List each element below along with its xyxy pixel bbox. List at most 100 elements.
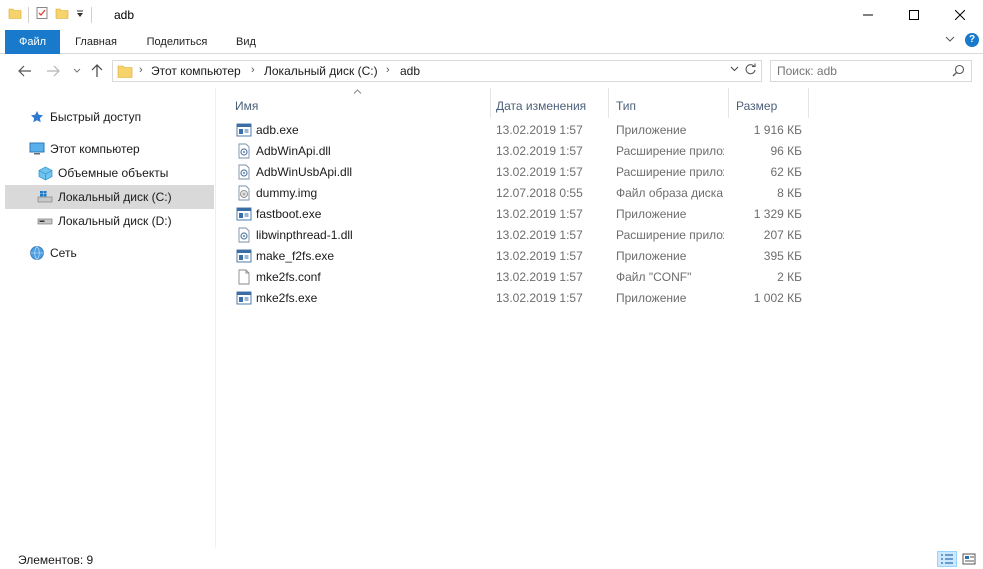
dll-icon <box>236 164 252 180</box>
tab-view[interactable]: Вид <box>226 30 266 54</box>
column-divider[interactable] <box>808 88 809 118</box>
windows-drive-icon <box>37 189 53 205</box>
refresh-button[interactable] <box>744 63 757 79</box>
details-view-icon <box>941 554 953 564</box>
chevron-right-icon[interactable]: › <box>139 64 143 76</box>
status-bar: Элементов: 9 <box>0 548 983 569</box>
sidebar-item-this-pc[interactable]: Этот компьютер <box>5 137 214 161</box>
back-button[interactable] <box>16 62 34 80</box>
sidebar-item-network[interactable]: Сеть <box>5 241 214 265</box>
file-name: mke2fs.conf <box>256 270 321 284</box>
forward-button[interactable] <box>44 62 62 80</box>
details-view-button[interactable] <box>937 551 957 567</box>
large-icons-view-icon <box>962 553 976 565</box>
navigation-bar: › Этот компьютер › Локальный диск (C:) ›… <box>0 55 983 87</box>
close-button[interactable] <box>937 0 983 30</box>
file-name: adb.exe <box>256 123 299 137</box>
properties-icon[interactable] <box>35 6 49 23</box>
minimize-icon <box>863 14 873 16</box>
column-header-date[interactable]: Дата изменения <box>488 94 608 118</box>
file-name: fastboot.exe <box>256 207 322 221</box>
recent-locations-button[interactable] <box>68 62 86 80</box>
new-folder-icon[interactable] <box>55 6 69 23</box>
table-row[interactable]: adb.exe 13.02.2019 1:57 Приложение 1 916 КБ <box>231 120 811 141</box>
file-date: 13.02.2019 1:57 <box>496 228 583 242</box>
table-row[interactable]: fastboot.exe 13.02.2019 1:57 Приложение 1 3… <box>231 204 811 225</box>
dll-icon <box>236 227 252 243</box>
file-size: 1 329 КБ <box>753 207 802 221</box>
file-date: 13.02.2019 1:57 <box>496 249 583 263</box>
table-row[interactable]: AdbWinUsbApi.dll 13.02.2019 1:57 Расширени… <box>231 162 811 183</box>
file-date: 13.02.2019 1:57 <box>496 123 583 137</box>
sidebar-item-local-disk-c[interactable]: Локальный диск (C:) <box>5 185 214 209</box>
file-type: Расширение приложения <box>616 228 724 242</box>
exe-icon <box>236 290 252 306</box>
folder-icon <box>117 64 133 81</box>
column-header-name[interactable]: Имя <box>227 94 491 118</box>
file-name: libwinpthread-1.dll <box>256 228 353 242</box>
sidebar-item-local-disk-d[interactable]: Локальный диск (D:) <box>5 209 214 233</box>
help-icon[interactable]: ? <box>965 33 979 47</box>
window-title: adb <box>114 8 135 22</box>
breadcrumb-adb[interactable]: adb <box>400 64 420 78</box>
file-size: 1 002 КБ <box>753 291 802 305</box>
exe-icon <box>236 122 252 138</box>
large-icons-view-button[interactable] <box>959 551 979 567</box>
file-type: Приложение <box>616 207 687 221</box>
computer-icon <box>29 141 45 157</box>
folder-icon <box>8 6 22 23</box>
star-icon <box>29 109 45 125</box>
file-type: Расширение приложения <box>616 165 724 179</box>
chevron-right-icon[interactable]: › <box>386 64 390 76</box>
table-row[interactable]: mke2fs.conf 13.02.2019 1:57 Файл "CONF" 2 К… <box>231 267 811 288</box>
sidebar-item-3d-objects[interactable]: Объемные объекты <box>5 161 214 185</box>
maximize-button[interactable] <box>891 0 937 30</box>
exe-icon <box>236 206 252 222</box>
sidebar-item-label: Объемные объекты <box>58 166 169 180</box>
tab-file[interactable]: Файл <box>5 30 60 54</box>
chevron-down-icon <box>730 66 739 72</box>
address-bar[interactable]: › Этот компьютер › Локальный диск (C:) ›… <box>112 60 762 82</box>
cube-icon <box>37 165 53 181</box>
minimize-button[interactable] <box>845 0 891 30</box>
network-icon <box>29 245 45 261</box>
sidebar-item-quick-access[interactable]: Быстрый доступ <box>5 105 214 129</box>
up-button[interactable] <box>88 62 106 80</box>
tab-home[interactable]: Главная <box>66 30 126 54</box>
tab-share[interactable]: Поделиться <box>138 30 216 54</box>
file-type: Расширение приложения <box>616 144 724 158</box>
search-box[interactable] <box>770 60 972 82</box>
search-icon[interactable] <box>952 64 965 80</box>
expand-ribbon-icon[interactable] <box>945 33 955 47</box>
file-name: make_f2fs.exe <box>256 249 335 263</box>
breadcrumb-local-disk-c[interactable]: Локальный диск (C:) <box>264 64 378 78</box>
file-date: 13.02.2019 1:57 <box>496 207 583 221</box>
table-row[interactable]: libwinpthread-1.dll 13.02.2019 1:57 Расшир… <box>231 225 811 246</box>
file-type: Файл образа диска <box>616 186 723 200</box>
exe-icon <box>236 248 252 264</box>
table-row[interactable]: make_f2fs.exe 13.02.2019 1:57 Приложение 39… <box>231 246 811 267</box>
refresh-icon <box>745 63 756 75</box>
search-input[interactable] <box>777 63 947 79</box>
table-row[interactable]: dummy.img 12.07.2018 0:55 Файл образа диск… <box>231 183 811 204</box>
file-date: 13.02.2019 1:57 <box>496 270 583 284</box>
breadcrumb-this-pc[interactable]: Этот компьютер <box>151 64 241 78</box>
up-arrow-icon <box>91 64 103 77</box>
chevron-right-icon[interactable]: › <box>251 64 255 76</box>
address-history-dropdown[interactable] <box>730 64 739 75</box>
sidebar-item-label: Локальный диск (C:) <box>58 190 172 204</box>
file-name: dummy.img <box>256 186 318 200</box>
ribbon-tabs: Файл Главная Поделиться Вид ? <box>0 30 983 54</box>
sidebar-item-label: Быстрый доступ <box>50 110 142 124</box>
column-header-size[interactable]: Размер <box>728 94 808 118</box>
toolbar-separator <box>28 6 29 23</box>
table-row[interactable]: AdbWinApi.dll 13.02.2019 1:57 Расширение п… <box>231 141 811 162</box>
file-size: 96 КБ <box>770 144 802 158</box>
table-row[interactable]: mke2fs.exe 13.02.2019 1:57 Приложение 1 002… <box>231 288 811 309</box>
file-type: Приложение <box>616 123 687 137</box>
file-list: Имя Дата изменения Тип Размер adb.exe 13.… <box>217 88 983 548</box>
customize-toolbar-icon[interactable] <box>75 8 85 22</box>
blank-file-icon <box>236 269 252 285</box>
column-header-type[interactable]: Тип <box>608 94 728 118</box>
file-type: Приложение <box>616 291 687 305</box>
